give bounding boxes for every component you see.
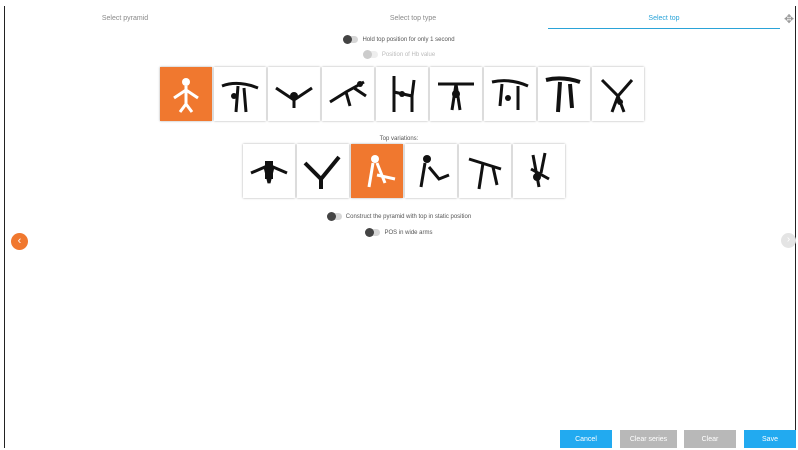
pose-figure-icon [275,86,313,108]
save-button[interactable]: Save [744,430,796,448]
top-type-tile[interactable] [376,67,428,121]
hold-top-toggle-row: Hold top position for only 1 second [0,34,798,45]
pose-figure-icon [329,80,367,107]
toggle-knob [362,49,372,59]
top-type-tile[interactable] [430,67,482,121]
clear-button[interactable]: Clear [684,430,736,448]
pose-figure-icon [491,79,529,110]
pos-wide-arms-toggle-row: POS in wide arms [0,227,798,238]
toggle-knob [343,34,353,44]
pose-figure-icon [438,82,474,111]
variation-tile[interactable] [243,144,295,198]
variation-tile[interactable] [459,144,511,198]
variation-tile[interactable] [405,144,457,198]
tab-select-top-type[interactable]: Select top type [305,10,521,28]
variations-strip [243,144,567,200]
pose-figure-icon [530,152,550,188]
tab-select-pyramid[interactable]: Select pyramid [25,10,225,28]
pose-figure-icon [303,155,341,189]
pose-figure-icon [392,76,416,112]
top-variations-label: Top variations: [379,136,419,142]
variation-tile[interactable] [351,144,403,198]
pose-figure-icon [367,155,396,188]
pos-wide-arms-toggle[interactable] [365,227,381,237]
construct-static-toggle-row: Construct the pyramid with top in static… [0,211,798,222]
construct-static-toggle[interactable] [326,211,342,221]
construct-static-label: Construct the pyramid with top in static… [345,214,472,220]
cancel-button[interactable]: Cancel [560,430,612,448]
position-hb-label: Position of Hb value [381,52,436,58]
chevron-right-icon: › [786,234,791,245]
top-type-tile[interactable] [538,67,590,121]
pose-figure-icon [250,161,288,184]
toggle-knob [365,227,375,237]
top-type-tile[interactable] [214,67,266,121]
prev-arrow-button[interactable]: ‹ [11,233,28,250]
pose-figure-icon [468,157,502,190]
hold-top-label: Hold top position for only 1 second [362,37,455,43]
chevron-left-icon: ‹ [17,235,22,247]
toggle-knob [326,211,336,221]
wizard-tabs: Select pyramid Select top type Select to… [5,10,795,30]
pose-figure-icon [545,76,581,113]
clear-series-button[interactable]: Clear series [620,430,677,448]
pose-figure-icon [221,81,259,113]
pose-figure-icon [419,155,450,188]
next-arrow-button[interactable]: › [781,233,796,248]
pos-wide-arms-label: POS in wide arms [384,230,433,236]
position-hb-toggle [362,49,378,59]
hold-top-toggle[interactable] [343,34,359,44]
top-type-tile[interactable] [592,67,644,121]
move-icon[interactable]: ✥ [782,12,796,26]
top-type-strip [160,67,646,123]
variation-tile[interactable] [513,144,565,198]
top-type-tile[interactable] [322,67,374,121]
top-type-tile[interactable] [160,67,212,121]
tab-select-top[interactable]: Select top [548,10,780,29]
pose-figure-icon [600,78,634,113]
top-type-tile[interactable] [268,67,320,121]
variation-tile[interactable] [297,144,349,198]
pose-figure-icon [173,78,199,113]
position-hb-toggle-row: Position of Hb value [0,49,798,60]
top-type-tile[interactable] [484,67,536,121]
